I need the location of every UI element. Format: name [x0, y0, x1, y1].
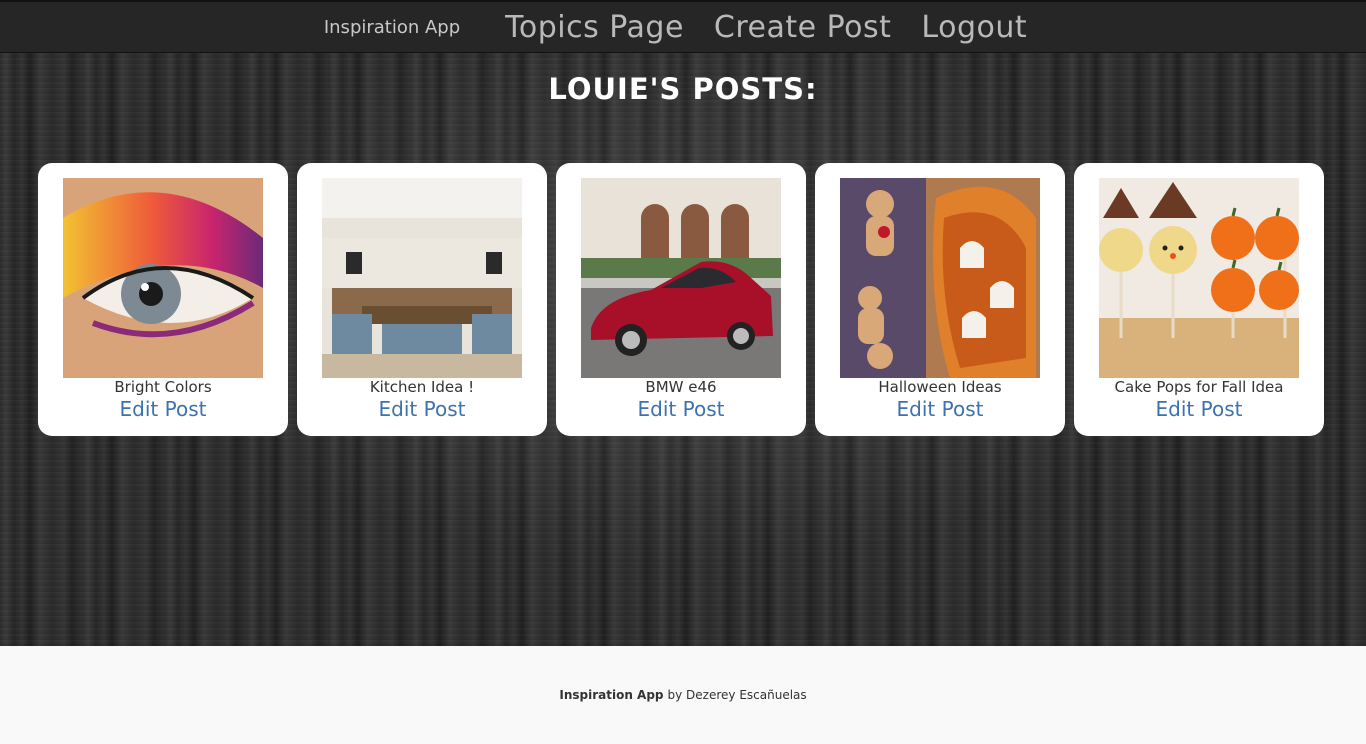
- post-title: Halloween Ideas: [878, 378, 1002, 396]
- post-image-cake-pops[interactable]: [1099, 178, 1299, 378]
- post-card: Cake Pops for Fall Idea Edit Post: [1074, 163, 1324, 436]
- footer-app-name: Inspiration App: [559, 688, 664, 702]
- post-title: Kitchen Idea !: [369, 378, 475, 396]
- edit-post-link[interactable]: Edit Post: [638, 396, 725, 422]
- nav-create-post[interactable]: Create Post: [714, 10, 892, 45]
- post-title: Bright Colors: [114, 378, 212, 396]
- nav-topics-page[interactable]: Topics Page: [505, 10, 684, 45]
- brand-link[interactable]: Inspiration App: [324, 17, 460, 38]
- nav-logout[interactable]: Logout: [921, 10, 1027, 45]
- post-image-halloween[interactable]: [840, 178, 1040, 378]
- post-title: BMW e46: [645, 378, 717, 396]
- page-title: LOUIE'S POSTS:: [548, 72, 818, 106]
- edit-post-link[interactable]: Edit Post: [897, 396, 984, 422]
- post-image-red-car[interactable]: [581, 178, 781, 378]
- edit-post-link[interactable]: Edit Post: [120, 396, 207, 422]
- edit-post-link[interactable]: Edit Post: [379, 396, 466, 422]
- post-card: Kitchen Idea ! Edit Post: [297, 163, 547, 436]
- post-image-kitchen[interactable]: [322, 178, 522, 378]
- post-title: Cake Pops for Fall Idea: [1114, 378, 1284, 396]
- post-card: Halloween Ideas Edit Post: [815, 163, 1065, 436]
- post-card: BMW e46 Edit Post: [556, 163, 806, 436]
- navbar: Inspiration App Topics Page Create Post …: [0, 0, 1366, 53]
- footer-credit: by Dezerey Escañuelas: [667, 688, 807, 702]
- footer: Inspiration App by Dezerey Escañuelas: [0, 646, 1366, 744]
- post-card: Bright Colors Edit Post: [38, 163, 288, 436]
- post-list: Bright Colors Edit Post Kitchen Idea ! E…: [38, 163, 1324, 436]
- post-image-eye-makeup[interactable]: [63, 178, 263, 378]
- edit-post-link[interactable]: Edit Post: [1156, 396, 1243, 422]
